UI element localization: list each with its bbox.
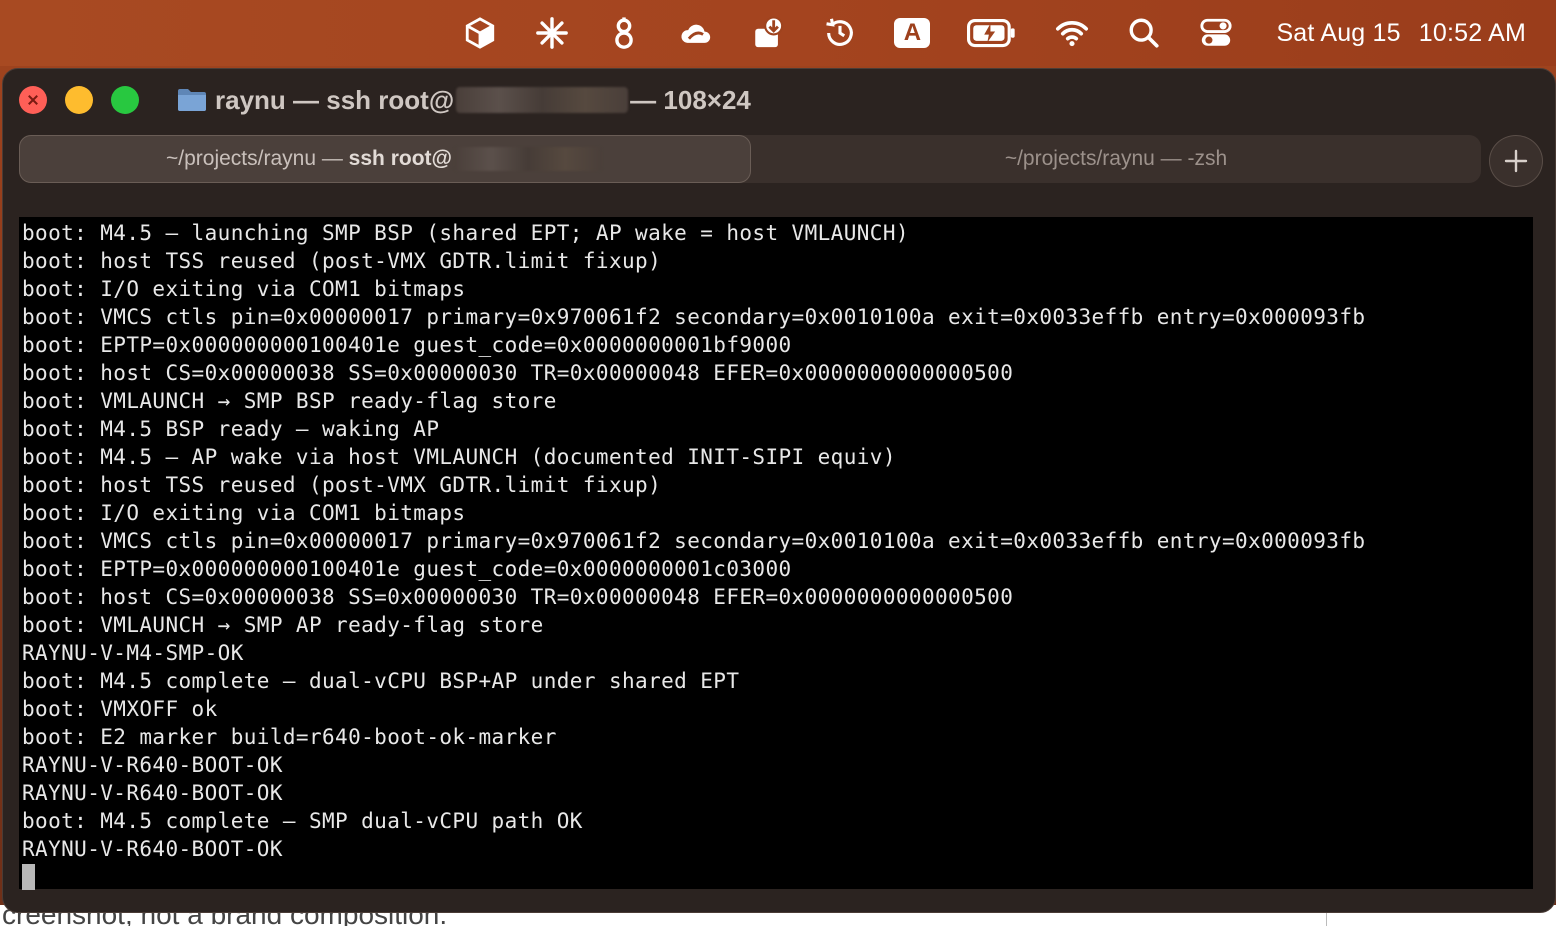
terminal-line: RAYNU-V-R640-BOOT-OK xyxy=(22,753,283,777)
tab-zsh[interactable]: ~/projects/raynu — -zsh xyxy=(751,135,1481,183)
tab-ssh[interactable]: ~/projects/raynu — ssh root@ xyxy=(19,135,751,183)
menu-bar: A Sat Aug 15 10:52 AM xyxy=(0,0,1556,66)
time-machine-icon[interactable] xyxy=(822,15,858,51)
cloud-icon[interactable] xyxy=(678,15,714,51)
close-icon xyxy=(28,95,38,105)
zoom-button[interactable] xyxy=(111,86,139,114)
title-bar[interactable]: raynu — ssh root@ — 108×24 xyxy=(3,69,1555,131)
clock-time: 10:52 AM xyxy=(1418,18,1526,47)
terminal-line: boot: VMCS ctls pin=0x00000017 primary=0… xyxy=(22,305,1366,329)
terminal-line: boot: host CS=0x00000038 SS=0x00000030 T… xyxy=(22,585,1014,609)
terminal-line: boot: VMXOFF ok xyxy=(22,697,218,721)
terminal-line: boot: I/O exiting via COM1 bitmaps xyxy=(22,277,466,301)
minimize-button[interactable] xyxy=(65,86,93,114)
tab-ssh-prefix: ~/projects/raynu — xyxy=(166,147,349,170)
redacted-host xyxy=(456,87,629,113)
terminal-line: boot: M4.5 — launching SMP BSP (shared E… xyxy=(22,221,909,245)
terminal-lines: boot: M4.5 — launching SMP BSP (shared E… xyxy=(22,219,1533,863)
window-title-suffix: — 108×24 xyxy=(630,84,751,115)
control-center-icon[interactable] xyxy=(1198,15,1234,51)
close-button[interactable] xyxy=(19,86,47,114)
sparkle-icon[interactable] xyxy=(534,15,570,51)
keyboard-input-badge: A xyxy=(894,18,931,48)
terminal-line: boot: M4.5 — AP wake via host VMLAUNCH (… xyxy=(22,445,896,469)
terminal-window: raynu — ssh root@ — 108×24 ~/projects/ra… xyxy=(2,68,1556,913)
prompt-line xyxy=(22,863,1533,891)
menu-clock[interactable]: Sat Aug 15 10:52 AM xyxy=(1276,19,1526,48)
terminal-line: boot: host TSS reused (post-VMX GDTR.lim… xyxy=(22,473,662,497)
clock-date: Sat Aug 15 xyxy=(1276,18,1401,47)
terminal-line: boot: VMLAUNCH → SMP BSP ready-flag stor… xyxy=(22,389,557,413)
folder-icon xyxy=(178,89,206,111)
plus-icon xyxy=(1504,149,1528,173)
new-tab-button[interactable] xyxy=(1489,135,1543,187)
window-title-prefix: raynu — ssh root@ xyxy=(215,84,455,115)
tab-ssh-label: ssh root@ xyxy=(348,147,452,170)
download-icon[interactable] xyxy=(750,15,786,51)
wifi-icon[interactable] xyxy=(1054,15,1090,51)
link-icon[interactable] xyxy=(606,15,642,51)
terminal-line: boot: VMLAUNCH → SMP AP ready-flag store xyxy=(22,613,544,637)
terminal-line: boot: E2 marker build=r640-boot-ok-marke… xyxy=(22,725,557,749)
terminal-line: boot: EPTP=0x000000000100401e guest_code… xyxy=(22,333,792,357)
terminal-line: RAYNU-V-R640-BOOT-OK xyxy=(22,781,283,805)
tab-zsh-label: ~/projects/raynu — -zsh xyxy=(1004,147,1228,170)
terminal-line: RAYNU-V-M4-SMP-OK xyxy=(22,641,244,665)
redacted-host xyxy=(454,147,602,171)
terminal-line: boot: I/O exiting via COM1 bitmaps xyxy=(22,501,466,525)
text-cursor xyxy=(22,864,35,890)
terminal-line: boot: EPTP=0x000000000100401e guest_code… xyxy=(22,557,792,581)
keyboard-input-icon[interactable]: A xyxy=(894,15,931,51)
terminal-line: boot: M4.5 complete — SMP dual-vCPU path… xyxy=(22,809,583,833)
terminal-line: RAYNU-V-R640-BOOT-OK xyxy=(22,837,283,861)
terminal-line: boot: M4.5 BSP ready — waking AP xyxy=(22,417,440,441)
battery-charging-icon[interactable] xyxy=(966,15,1018,51)
window-title: raynu — ssh root@ — 108×24 xyxy=(215,85,751,116)
terminal-line: boot: VMCS ctls pin=0x00000017 primary=0… xyxy=(22,529,1366,553)
terminal-line: boot: host TSS reused (post-VMX GDTR.lim… xyxy=(22,249,662,273)
terminal-output[interactable]: boot: M4.5 — launching SMP BSP (shared E… xyxy=(19,217,1533,891)
terminal-line: boot: M4.5 complete — dual-vCPU BSP+AP u… xyxy=(22,669,740,693)
tab-bar: ~/projects/raynu — ssh root@ ~/projects/… xyxy=(19,135,1481,183)
terminal-line: boot: host CS=0x00000038 SS=0x00000030 T… xyxy=(22,361,1014,385)
package-icon[interactable] xyxy=(462,15,498,51)
search-icon[interactable] xyxy=(1126,15,1162,51)
window-controls xyxy=(19,86,139,114)
